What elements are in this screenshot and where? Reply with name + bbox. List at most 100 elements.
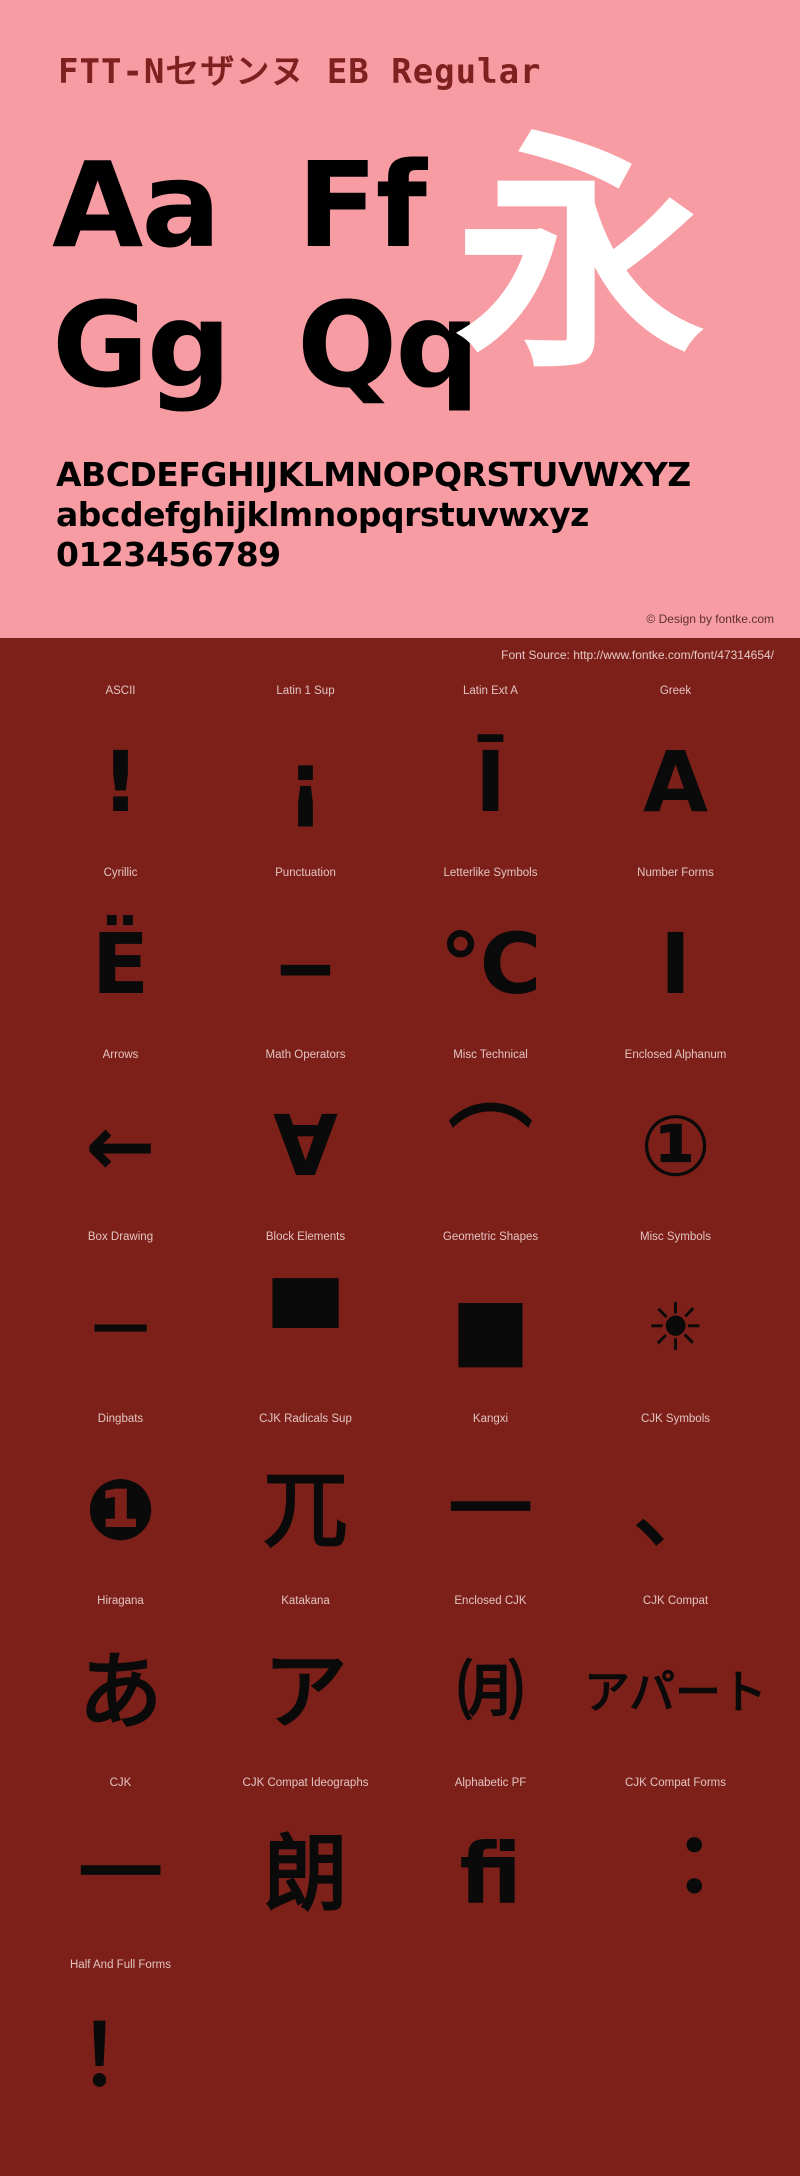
unicode-block-label: Letterlike Symbols [443,867,538,879]
unicode-block-label: CJK Compat Forms [625,1777,726,1789]
unicode-block-label: CJK Compat Ideographs [242,1777,369,1789]
unicode-block-cell[interactable]: Cyrillic Ё [28,862,213,1044]
unicode-block-label: Box Drawing [87,1231,154,1243]
unicode-block-glyph: ← [85,1097,156,1195]
unicode-block-glyph: ︓ [633,1825,718,1923]
unicode-block-cell[interactable]: Enclosed Alphanum ① [583,1044,768,1226]
unicode-block-cell[interactable]: Hiragana あ [28,1590,213,1772]
unicode-block-label: CJK Compat [642,1595,709,1607]
unicode-block-cell[interactable]: Geometric Shapes ■ [398,1226,583,1408]
unicode-block-cell[interactable]: ASCII! [28,680,213,862]
unicode-block-glyph: 朗 [263,1825,348,1923]
unicode-block-glyph: ア [263,1643,348,1741]
unicode-block-label: CJK [109,1777,132,1789]
sample-pair-aa: Aa [52,136,221,274]
unicode-block-label: Number Forms [637,867,714,879]
unicode-block-label: Half And Full Forms [70,1959,171,1971]
unicode-blocks-panel: Font Source: http://www.fontke.com/font/… [0,638,800,2176]
unicode-block-cell[interactable]: CJK Compat アパート [583,1590,768,1772]
unicode-block-cell[interactable]: Latin Ext A Ī [398,680,583,862]
unicode-block-glyph: ¡ [286,733,325,831]
unicode-block-glyph: アパート [583,1665,768,1719]
unicode-block-glyph: Ё [91,915,150,1013]
unicode-block-glyph: ■ [450,1279,531,1377]
unicode-block-cell[interactable]: CJK Compat Ideographs 朗 [213,1772,398,1954]
unicode-block-glyph: 一 [78,1825,163,1923]
unicode-block-label: Math Operators [265,1049,346,1061]
unicode-block-glyph: ㈪ [457,1653,524,1730]
unicode-block-glyph: ⌒ [448,1097,533,1195]
unicode-block-label: Kangxi [472,1413,509,1425]
digit-sequence: 0123456789 [56,535,281,574]
unicode-block-glyph: ﬁ [459,1825,522,1923]
unicode-block-label: Misc Technical [453,1049,528,1061]
unicode-block-glyph: ① [639,1097,712,1195]
unicode-block-label: Hiragana [97,1595,144,1607]
unicode-block-cell[interactable]: Letterlike Symbols ℃ [398,862,583,1044]
unicode-block-cell[interactable]: Misc Symbols ☀ [583,1226,768,1408]
unicode-block-cell[interactable]: Number Forms Ⅰ [583,862,768,1044]
unicode-block-glyph: ▀ [273,1279,338,1377]
unicode-block-label: Enclosed Alphanum [624,1049,727,1061]
unicode-block-cell[interactable]: Misc Technical ⌒ [398,1044,583,1226]
unicode-block-label: CJK Radicals Sup [259,1413,352,1425]
unicode-block-label: Enclosed CJK [454,1595,527,1607]
unicode-block-glyph: ！ [78,2007,163,2105]
lowercase-alphabet: abcdefghijklmnopqrstuvwxyz [56,495,589,534]
font-title: FTT-Nセザンヌ EB Regular [58,52,542,92]
unicode-block-glyph: ☀ [645,1289,706,1366]
unicode-block-label: CJK Symbols [640,1413,711,1425]
copyright-notice: © Design by fontke.com [646,612,774,626]
unicode-block-cell[interactable]: Greek Α [583,680,768,862]
cjk-sample-glyph: 永 [455,111,705,402]
unicode-block-grid: ASCII! Latin 1 Sup ¡ Latin Ext A Ī Greek Α Cyri… [0,680,800,2136]
font-source-link[interactable]: Font Source: http://www.fontke.com/font/… [501,648,774,662]
unicode-block-label: Misc Symbols [640,1231,711,1243]
unicode-block-label: Greek [659,685,692,697]
unicode-block-cell[interactable]: Dingbats ❶ [28,1408,213,1590]
unicode-block-glyph: ⺎ [263,1461,348,1559]
unicode-block-label: Latin 1 Sup [276,685,335,697]
unicode-block-glyph: Ⅰ [659,915,692,1013]
uppercase-alphabet: ABCDEFGHIJKLMNOPQRSTUVWXYZ [56,455,691,494]
unicode-block-cell[interactable]: Latin 1 Sup ¡ [213,680,398,862]
unicode-block-label: Dingbats [97,1413,144,1425]
unicode-block-glyph: Α [642,733,708,831]
unicode-block-cell[interactable]: Alphabetic PF ﬁ [398,1772,583,1954]
unicode-block-cell[interactable]: Math Operators ∀ [213,1044,398,1226]
unicode-block-cell[interactable]: Katakana ア [213,1590,398,1772]
font-specimen-panel: FTT-Nセザンヌ EB Regular Aa Ff Gg Qq 永 ABCDE… [0,0,800,638]
sample-pair-gg: Gg [52,276,231,414]
unicode-block-label: ASCII [105,685,136,697]
unicode-block-glyph: ❶ [84,1461,157,1559]
unicode-block-cell[interactable]: Box Drawing ─ [28,1226,213,1408]
unicode-block-cell[interactable]: Punctuation ‒ [213,862,398,1044]
unicode-block-cell[interactable]: Arrows ← [28,1044,213,1226]
unicode-block-label: Cyrillic [103,867,138,879]
unicode-block-label: Geometric Shapes [442,1231,539,1243]
unicode-block-label: Punctuation [275,867,336,879]
unicode-block-cell[interactable]: Enclosed CJK ㈪ [398,1590,583,1772]
unicode-block-glyph: ! [101,733,140,831]
alphabet-lines: ABCDEFGHIJKLMNOPQRSTUVWXYZ abcdefghijklm… [56,455,776,575]
unicode-block-cell[interactable]: Kangxi ⼀ [398,1408,583,1590]
unicode-block-glyph: ℃ [439,915,542,1013]
unicode-block-cell[interactable]: CJK Compat Forms ︓ [583,1772,768,1954]
unicode-block-glyph: ─ [95,1279,146,1377]
unicode-block-cell[interactable]: CJK 一 [28,1772,213,1954]
unicode-block-glyph: ∀ [272,1097,338,1195]
unicode-block-cell[interactable]: CJK Symbols 、 [583,1408,768,1590]
unicode-block-label: Block Elements [265,1231,346,1243]
unicode-block-glyph: あ [78,1643,163,1741]
unicode-block-glyph: 、 [633,1461,718,1559]
unicode-block-glyph: ⼀ [448,1461,533,1559]
unicode-block-label: Alphabetic PF [454,1777,527,1789]
unicode-block-cell[interactable]: Half And Full Forms ！ [28,1954,213,2136]
unicode-block-glyph: Ī [474,733,507,831]
unicode-block-cell[interactable]: Block Elements ▀ [213,1226,398,1408]
unicode-block-glyph: ‒ [276,915,335,1013]
unicode-block-label: Arrows [102,1049,139,1061]
unicode-block-label: Katakana [281,1595,330,1607]
unicode-block-cell[interactable]: CJK Radicals Sup ⺎ [213,1408,398,1590]
unicode-block-label: Latin Ext A [463,685,518,697]
